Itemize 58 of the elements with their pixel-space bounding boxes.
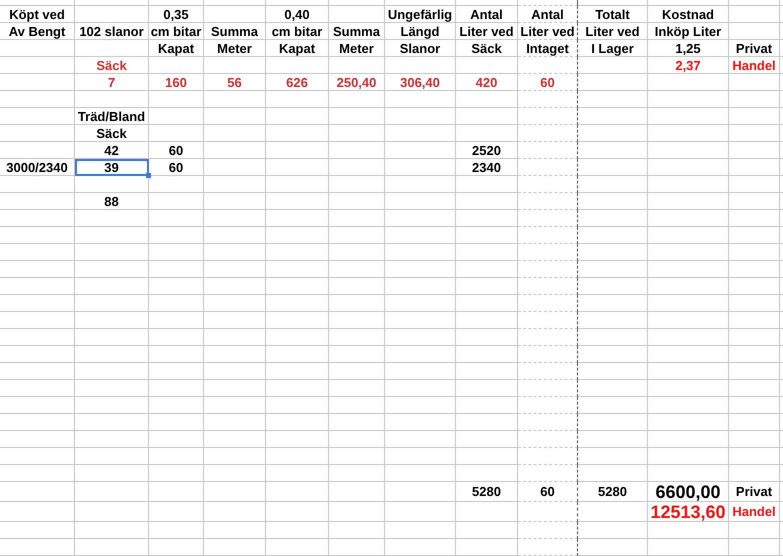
table-cell: 420 (456, 74, 518, 91)
table-cell: Säck (75, 57, 149, 74)
table-cell: Summa (204, 23, 266, 40)
table-cell: Av Bengt (0, 23, 75, 40)
table-cell: Längd (385, 23, 456, 40)
table-cell: Summa (329, 23, 385, 40)
table-cell: 7 (75, 74, 149, 91)
table-cell: Handel (729, 57, 780, 74)
table-cell: cm bitar (266, 23, 329, 40)
table-cell: 5280 (578, 482, 648, 502)
table-cell: 626 (266, 74, 329, 91)
table-cell: Privat (729, 40, 780, 57)
table-cell: I Lager (578, 40, 648, 57)
table-cell: Ungefärlig (385, 6, 456, 23)
table-cell: Meter (329, 40, 385, 57)
table-cell: 0,35 (149, 6, 204, 23)
table-cell: Totalt (578, 6, 648, 23)
table-cell: 306,40 (385, 74, 456, 91)
table-cell[interactable]: 39 (75, 159, 149, 176)
table-cell: 88 (75, 193, 149, 210)
fill-handle[interactable] (146, 173, 151, 178)
table-cell: 42 (75, 142, 149, 159)
table-cell: 2340 (456, 159, 518, 176)
table-cell: 6600,00 (648, 482, 729, 502)
table-cell: 56 (204, 74, 266, 91)
table-cell: Träd/Bland (75, 108, 149, 125)
table-cell: 160 (149, 74, 204, 91)
table-cell: Handel (729, 502, 780, 522)
table-cell: Privat (729, 482, 780, 502)
table-cell: 3000/2340 (0, 159, 75, 176)
table-cell: Inköp Liter (648, 23, 729, 40)
table-cell: Liter ved (456, 23, 518, 40)
table-cell: Säck (456, 40, 518, 57)
table-cell: 12513,60 (648, 502, 729, 522)
table-cell: Intaget (518, 40, 578, 57)
table-cell: 1,25 (648, 40, 729, 57)
table-cell: Liter ved (518, 23, 578, 40)
table-cell: 60 (518, 482, 578, 502)
table-cell: Köpt ved (0, 6, 75, 23)
table-cell: 60 (149, 142, 204, 159)
table-cell: Antal (456, 6, 518, 23)
table-cell: 102 slanor (75, 23, 149, 40)
table-cell: 0,40 (266, 6, 329, 23)
table-cell: Kapat (149, 40, 204, 57)
table-cell: 60 (518, 74, 578, 91)
table-cell: Liter ved (578, 23, 648, 40)
table-cell: 250,40 (329, 74, 385, 91)
table-cell: 2520 (456, 142, 518, 159)
table-cell: 60 (149, 159, 204, 176)
table-cell: Säck (75, 125, 149, 142)
table-cell: cm bitar (149, 23, 204, 40)
table-cell: 5280 (456, 482, 518, 502)
table-cell: Kapat (266, 40, 329, 57)
table-cell: Slanor (385, 40, 456, 57)
table-cell: Antal (518, 6, 578, 23)
table-cell: Meter (204, 40, 266, 57)
table-cell: Kostnad (648, 6, 729, 23)
table-cell: 2,37 (648, 57, 729, 74)
